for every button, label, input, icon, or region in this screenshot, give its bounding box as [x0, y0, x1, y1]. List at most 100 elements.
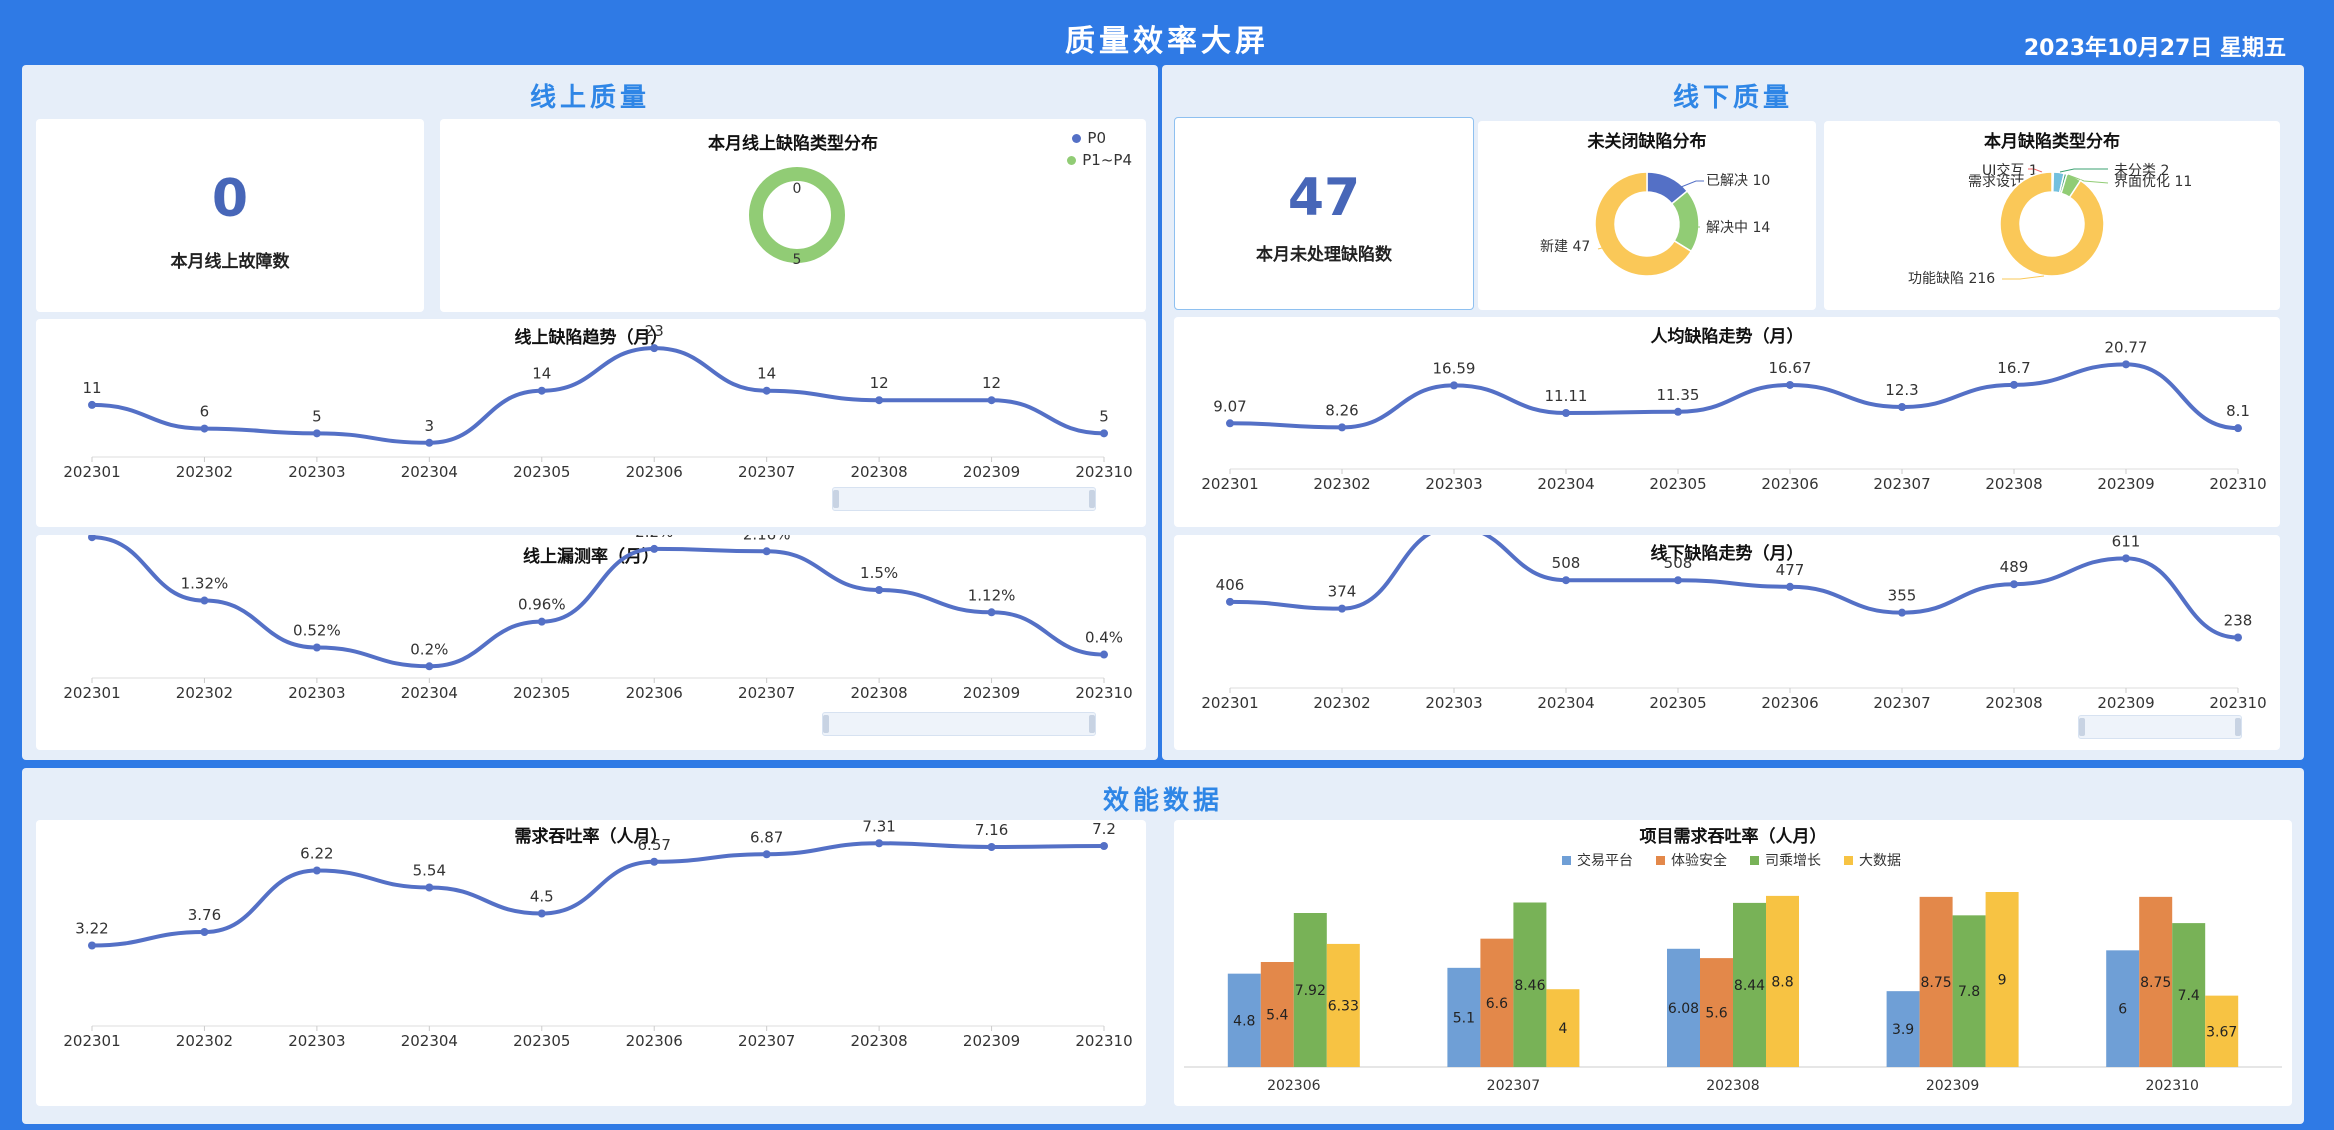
legend-label: 司乘增长 [1765, 853, 1821, 869]
data-label: 12 [982, 374, 1001, 392]
data-label: 1.32% [181, 575, 229, 593]
data-label: 16.67 [1769, 359, 1812, 377]
throughput-trend-chart: 需求吞吐率（人月）3.222023013.762023026.222023035… [63, 820, 1132, 1050]
data-point [2122, 554, 2130, 563]
bar-value-label: 5.4 [1266, 1008, 1288, 1024]
legend-swatch [1844, 856, 1853, 865]
data-label: 7.31 [862, 820, 895, 835]
data-label: 7.2 [1092, 820, 1116, 838]
x-tick-label: 202303 [1425, 475, 1482, 493]
x-tick-label: 202302 [176, 463, 233, 481]
data-point [1338, 423, 1346, 432]
data-label: 8.26 [1325, 401, 1358, 419]
slider-left-handle[interactable] [833, 490, 839, 508]
x-tick-label: 202309 [963, 463, 1020, 481]
online-quality-section: 线上质量 0 本月线上故障数 本月线上缺陷类型分布 P0 P1~P4 05 线上… [22, 65, 1158, 760]
x-tick-label: 202304 [1537, 694, 1594, 712]
data-label: 2.16% [743, 535, 791, 543]
date-display: 2023年10月27日 星期五 [2023, 36, 2286, 61]
slider-left-handle[interactable] [2079, 718, 2085, 736]
x-tick-label: 202310 [1075, 684, 1132, 702]
x-tick-label: 202303 [1425, 694, 1482, 712]
series-line [1229, 362, 2239, 431]
x-tick-label: 202308 [1706, 1078, 1759, 1094]
series-line [91, 346, 1105, 445]
pie-label: 界面优化 11 [2114, 174, 2192, 190]
slider-right-handle[interactable] [1089, 715, 1095, 733]
x-tick-label: 202301 [1201, 694, 1258, 712]
x-tick-label: 202309 [963, 684, 1020, 702]
throughput-card: 需求吞吐率（人月） 3.22 202301 3.76 202302 6.22 202303 5… [36, 820, 1146, 1106]
data-point [875, 586, 884, 594]
online-miss-rate-card: 线上漏测率（月）2.4%2023011.32%2023020.52%202303… [36, 535, 1146, 750]
bar-value-label: 3.9 [1892, 1022, 1914, 1038]
data-label: 489 [2000, 558, 2029, 576]
slider-right-handle[interactable] [1089, 490, 1095, 508]
online-fault-count: 0 [211, 169, 249, 229]
project-throughput-bar-chart: 项目需求吞吐率（人月） 交易平台 体验安全 司乘增长 大数据 4.8 5.4 7.926.33… [1184, 826, 2282, 1094]
x-tick-label: 202306 [1267, 1078, 1321, 1094]
x-tick-label: 202301 [63, 463, 120, 481]
data-label: 4.5 [530, 888, 554, 906]
bar-value-label: 7.4 [2178, 988, 2200, 1004]
slider-left-handle[interactable] [823, 715, 829, 733]
data-label: 611 [2112, 535, 2141, 550]
data-point [88, 535, 96, 542]
bar-value-label: 5.1 [1453, 1010, 1475, 1026]
x-tick-label: 202307 [1873, 694, 1930, 712]
data-label: 11.35 [1657, 386, 1700, 404]
bar-value-label: 8.46 [1514, 978, 1545, 994]
bar-value-label: 6.08 [1668, 1001, 1699, 1017]
data-point [2122, 360, 2130, 369]
miss-rate-zoom-slider[interactable] [822, 712, 1096, 736]
online-defect-zoom-slider[interactable] [832, 487, 1096, 511]
data-point [537, 617, 546, 626]
x-tick-label: 202308 [850, 1032, 907, 1050]
slider-right-handle[interactable] [2235, 718, 2241, 736]
pie-label: 功能缺陷 216 [1908, 271, 1995, 287]
data-point [762, 850, 771, 859]
bar-value-label: 7.8 [1958, 984, 1980, 1000]
data-label: 14 [757, 365, 776, 383]
data-label: 0.2% [410, 640, 448, 658]
data-label: 23 [645, 322, 664, 340]
legend-swatch [1562, 856, 1571, 865]
bar-value-label: 9 [1998, 973, 2007, 989]
bar-value-label: 8.8 [1771, 974, 1793, 990]
data-point [88, 941, 96, 950]
efficiency-section: 效能数据 需求吞吐率（人月） 3.22 202301 3.76 202302 6.22 20… [22, 768, 2304, 1124]
data-point [200, 928, 209, 936]
data-point [987, 843, 996, 851]
data-point [987, 608, 996, 617]
x-tick-label: 202303 [288, 463, 345, 481]
offline-defect-zoom-slider[interactable] [2078, 715, 2242, 739]
data-point [1100, 842, 1108, 850]
data-label: 374 [1328, 583, 1357, 601]
x-tick-label: 202309 [2097, 694, 2154, 712]
data-point [88, 400, 96, 409]
x-tick-label: 202308 [850, 684, 907, 702]
legend-swatch [1750, 856, 1759, 865]
data-point [650, 544, 659, 553]
x-tick-label: 202304 [401, 1032, 458, 1050]
data-point [1898, 403, 1906, 412]
online-fault-label: 本月线上故障数 [170, 252, 290, 272]
x-tick-label: 202306 [626, 1032, 683, 1050]
page-title: 质量效率大屏 [1065, 24, 1269, 59]
online-defect-pie-chart: 05 [749, 167, 845, 268]
data-point [650, 344, 659, 353]
x-tick-label: 202304 [401, 463, 458, 481]
data-label: 7.16 [975, 821, 1008, 839]
data-point [1226, 419, 1234, 428]
pie-label-line [2002, 275, 2045, 280]
defect-type-card: 本月缺陷类型分布 UI交互 1 需求设计 8 未分类 2 界面优化 11 功能缺陷 21… [1824, 121, 2280, 310]
data-point [1562, 576, 1570, 585]
avg-defect-trend-chart: 人均缺陷走势（月） 9.07 202301 8.26 202302 16.59 202303… [1201, 326, 2266, 493]
data-label: 406 [1216, 576, 1245, 594]
x-tick-label: 202305 [1649, 475, 1706, 493]
data-label: 14 [532, 365, 551, 383]
data-point [987, 396, 996, 405]
x-tick-label: 202304 [1537, 475, 1594, 493]
pie-slice [1999, 171, 2105, 277]
pie-label-line [2059, 168, 2108, 173]
